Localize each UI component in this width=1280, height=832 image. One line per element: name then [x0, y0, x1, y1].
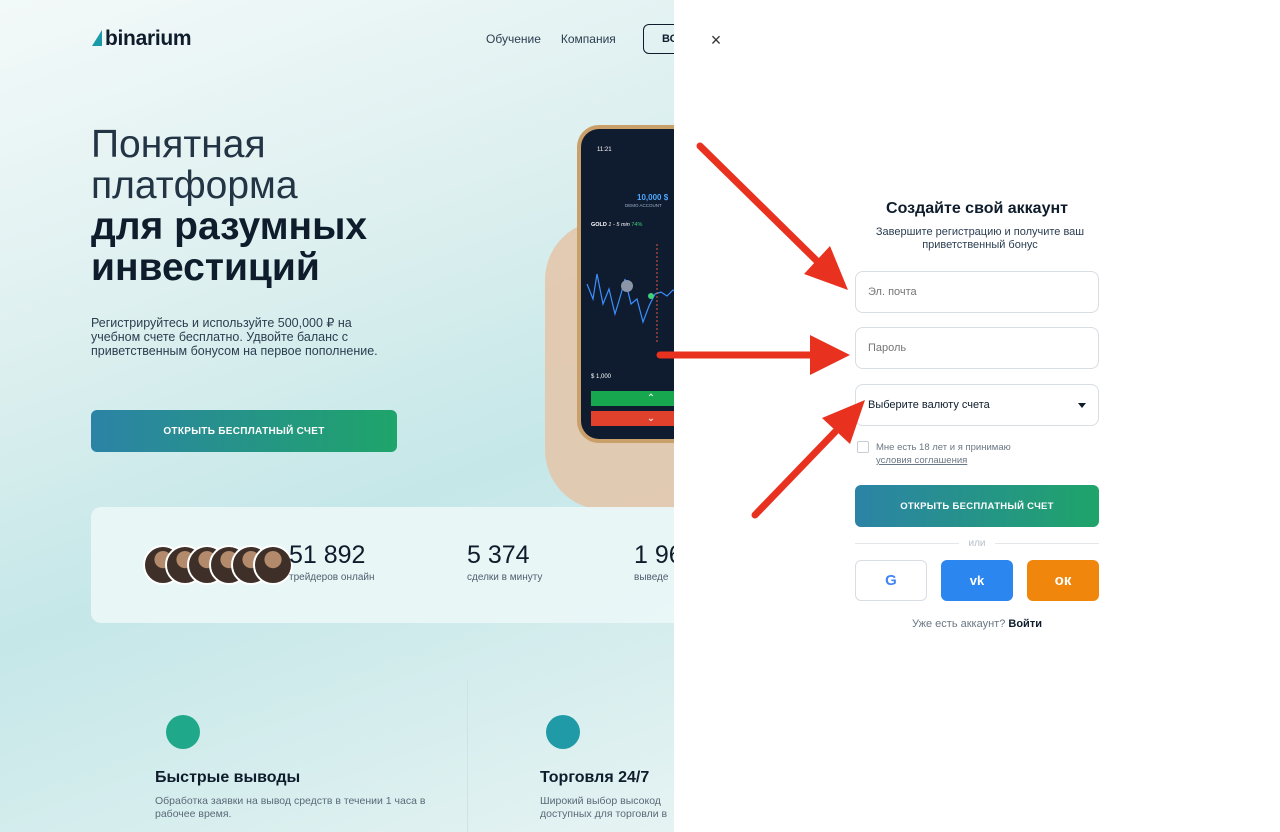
phone-mockup: 11:21 10,000 $ DEMO ACCOUNT GOLD 1 - 5 m…	[577, 125, 674, 443]
hero-title-line: для разумных	[91, 205, 368, 248]
phone-chart	[586, 244, 674, 344]
google-icon: G	[885, 572, 897, 589]
password-field[interactable]	[855, 327, 1099, 369]
stats-panel: 51 892 трейдеров онлайн 5 374 сделки в м…	[91, 507, 674, 623]
feature-title: Торговля 24/7	[540, 769, 650, 786]
phone-asset-pct: 74%	[631, 222, 643, 228]
phone-asset-range: 1 - 5 min	[608, 222, 630, 228]
vk-icon: vk	[969, 573, 985, 588]
google-login-button[interactable]: G	[855, 560, 927, 601]
avatar	[253, 545, 293, 585]
or-text: или	[968, 538, 986, 549]
stat-label: выведе	[634, 572, 669, 583]
agree-label: Мне есть 18 лет и я принимаю	[876, 442, 1011, 453]
nav-link-company[interactable]: Компания	[561, 32, 616, 46]
phone-screen: 11:21 10,000 $ DEMO ACCOUNT GOLD 1 - 5 m…	[581, 129, 674, 439]
globe-currency-icon	[546, 715, 580, 749]
terms-link[interactable]: условия соглашения	[876, 454, 1011, 467]
login-link[interactable]: Войти	[1008, 618, 1042, 630]
stat-value: 1 96	[634, 541, 674, 569]
nav-link-learning[interactable]: Обучение	[486, 32, 541, 46]
avatar-group	[143, 545, 293, 585]
clock-dollar-icon	[166, 715, 200, 749]
phone-time: 11:21	[597, 147, 612, 153]
logo-text: binarium	[105, 27, 192, 50]
feature-desc: Широкий выбор высокод доступных для торг…	[540, 795, 668, 820]
stat-deals: 5 374 сделки в минуту	[467, 541, 542, 583]
stat-value: 5 374	[467, 541, 530, 569]
signup-modal: × Создайте свой аккаунт Завершите регист…	[674, 0, 1280, 832]
hero-title-line: инвестиций	[91, 246, 320, 289]
have-account-text: Уже есть аккаунт?	[912, 618, 1006, 630]
or-divider-right	[995, 543, 1099, 544]
modal-title: Создайте свой аккаунт	[886, 200, 1068, 217]
phone-amount: $ 1,000	[591, 374, 612, 380]
close-icon[interactable]: ×	[708, 31, 724, 49]
currency-select[interactable]: Выберите валюту счета	[855, 384, 1099, 426]
have-account: Уже есть аккаунт? Войти	[674, 618, 1280, 630]
phone-down-icon: ⌄	[591, 411, 674, 426]
modal-open-account-button[interactable]: ОТКРЫТЬ БЕСПЛАТНЫЙ СЧЕТ	[855, 485, 1099, 527]
stat-value: 51 892	[289, 541, 366, 569]
phone-balance: 10,000 $	[637, 193, 669, 202]
nav-login-button[interactable]: ВО	[643, 24, 674, 54]
vk-login-button[interactable]: vk	[941, 560, 1013, 601]
feature-title: Быстрые выводы	[155, 769, 301, 786]
landing-page: binarium Обучение Компания ВО Понятная п…	[0, 0, 674, 832]
logo[interactable]: binarium	[92, 27, 192, 51]
agree-text: Мне есть 18 лет и я принимаю условия сог…	[876, 441, 1011, 467]
phone-up-icon: ⌃	[591, 391, 674, 406]
stat-withdrawn: 1 96 выведе	[634, 541, 674, 583]
stat-label: трейдеров онлайн	[289, 572, 375, 583]
odnoklassniki-icon: ок	[1054, 572, 1072, 589]
hero-title-line: Понятная	[91, 123, 266, 166]
feature-divider	[467, 680, 468, 832]
open-free-account-button[interactable]: ОТКРЫТЬ БЕСПЛАТНЫЙ СЧЕТ	[91, 410, 397, 452]
hero-description: Регистрируйтесь и используйте 500,000 ₽ …	[91, 316, 378, 358]
ok-login-button[interactable]: ок	[1027, 560, 1099, 601]
top-nav: Обучение Компания	[486, 32, 616, 46]
stat-traders: 51 892 трейдеров онлайн	[289, 541, 375, 583]
currency-select-label: Выберите валюту счета	[868, 399, 990, 411]
logo-mark-icon	[92, 30, 102, 46]
phone-account-type: DEMO ACCOUNT	[625, 203, 662, 208]
stat-label: сделки в минуту	[467, 572, 543, 583]
modal-subtitle: Завершите регистрацию и получите ваш при…	[875, 226, 1085, 251]
email-field[interactable]	[855, 271, 1099, 313]
phone-asset-name: GOLD	[591, 222, 607, 228]
chevron-down-icon	[1078, 402, 1086, 408]
hero-title-line: платформа	[91, 164, 298, 207]
features-section: Быстрые выводы Обработка заявки на вывод…	[91, 680, 674, 832]
agree-checkbox[interactable]	[857, 441, 869, 453]
feature-desc: Обработка заявки на вывод средств в тече…	[155, 795, 426, 820]
hero-title: Понятная платформа для разумных инвестиц…	[91, 124, 421, 288]
phone-asset: GOLD 1 - 5 min 74%	[591, 222, 642, 228]
